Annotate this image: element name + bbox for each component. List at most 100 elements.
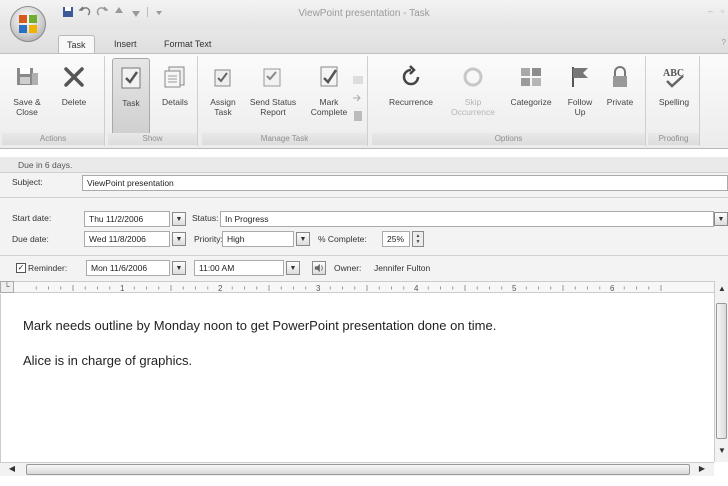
categorize-button[interactable]: Categorize: [506, 58, 556, 107]
window-title: ViewPoint presentation - Task: [298, 8, 430, 19]
group-label-options: Options: [372, 133, 645, 145]
reminder-time-dropdown[interactable]: ▼: [286, 261, 300, 275]
maximize-icon[interactable]: ▫: [721, 6, 724, 16]
scroll-right-icon[interactable]: ▶: [696, 463, 708, 475]
help-icon[interactable]: ?: [722, 38, 726, 47]
start-date-field[interactable]: Thu 11/2/2006: [84, 211, 170, 227]
tab-insert[interactable]: Insert: [106, 35, 145, 54]
scroll-down-icon[interactable]: ▼: [716, 445, 728, 457]
tab-task[interactable]: Task: [58, 35, 95, 54]
task-form: Subject: ViewPoint presentation Start da…: [0, 173, 728, 283]
window-controls: – ▫: [708, 6, 724, 16]
note-line-2: Alice is in charge of graphics.: [23, 353, 193, 368]
ruler-label: 4: [414, 284, 419, 293]
mark-complete-button[interactable]: Mark Complete: [306, 58, 352, 117]
mark-complete-icon: [314, 62, 344, 92]
group-proofing: ABC Spelling Proofing: [648, 56, 700, 146]
task-check-icon: [116, 63, 146, 93]
details-button[interactable]: Details: [156, 58, 194, 107]
recurrence-icon: [396, 62, 426, 92]
subject-field[interactable]: ViewPoint presentation: [82, 175, 728, 191]
save-close-button[interactable]: Save & Close: [8, 58, 46, 117]
task-view-label: Task: [122, 98, 140, 108]
chevron-down-icon: ▼: [717, 215, 725, 223]
percent-spinner[interactable]: ▲ ▼: [412, 231, 424, 247]
priority-dropdown[interactable]: ▼: [296, 232, 310, 246]
spelling-label: Spelling: [658, 97, 690, 107]
forward-icon[interactable]: [352, 92, 364, 104]
recurrence-label: Recurrence: [389, 97, 433, 107]
follow-up-button[interactable]: Follow Up: [562, 58, 598, 117]
group-manage-task: Assign Task Send Status Report Mark Comp…: [202, 56, 368, 146]
recurrence-button[interactable]: Recurrence: [386, 58, 436, 107]
vertical-scroll-thumb[interactable]: [716, 303, 727, 439]
save-close-label: Save & Close: [13, 97, 41, 117]
send-status-report-button[interactable]: Send Status Report: [244, 58, 302, 117]
spelling-icon: ABC: [659, 62, 689, 92]
horizontal-scroll-thumb[interactable]: [26, 464, 690, 475]
skip-occurrence-button[interactable]: Skip Occurrence: [446, 58, 500, 117]
ruler-label: 2: [218, 284, 223, 293]
send-status-report-label: Send Status Report: [249, 97, 297, 117]
reminder-date-field[interactable]: Mon 11/6/2006: [86, 260, 170, 276]
task-notes-body[interactable]: Mark needs outline by Monday noon to get…: [0, 294, 714, 462]
details-label: Details: [162, 97, 188, 107]
assign-task-icon: [208, 62, 238, 92]
delete-icon: [59, 62, 89, 92]
owner-value: Jennifer Fulton: [374, 263, 431, 273]
owner-label: Owner:: [334, 263, 362, 273]
lock-icon: [605, 62, 635, 92]
delete-button[interactable]: Delete: [54, 58, 94, 107]
ruler-ticks: 1 2 3 4 5 6: [35, 284, 662, 293]
cancel-assignment-icon[interactable]: [352, 74, 364, 86]
spin-down-icon[interactable]: ▼: [416, 239, 421, 245]
skip-occurrence-label: Skip Occurrence: [451, 97, 495, 117]
office-button[interactable]: [10, 6, 46, 42]
note-line-1: Mark needs outline by Monday noon to get…: [23, 318, 497, 333]
title-bar: ViewPoint presentation - Task – ▫: [0, 0, 728, 30]
due-date-dropdown[interactable]: ▼: [172, 232, 186, 246]
status-dropdown[interactable]: ▼: [714, 212, 728, 226]
scroll-left-icon[interactable]: ◀: [6, 463, 18, 475]
status-field[interactable]: In Progress: [220, 211, 714, 227]
categorize-label: Categorize: [510, 97, 552, 107]
reminder-time-field[interactable]: 11:00 AM: [194, 260, 284, 276]
reminder-checkbox[interactable]: ✓: [16, 263, 26, 273]
start-date-dropdown[interactable]: ▼: [172, 212, 186, 226]
assign-task-label: Assign Task: [210, 97, 236, 117]
form-divider: [0, 197, 728, 198]
onenote-icon[interactable]: [352, 110, 364, 122]
group-options: Recurrence Skip Occurrence Categorize Fo…: [372, 56, 646, 146]
tab-stop-selector[interactable]: └: [0, 281, 14, 293]
form-divider: [0, 255, 728, 256]
tab-format-text[interactable]: Format Text: [156, 35, 219, 54]
assign-task-button[interactable]: Assign Task: [206, 58, 240, 117]
vertical-scrollbar[interactable]: ▲ ▼: [714, 281, 728, 462]
group-show: Task Details Show: [108, 56, 198, 146]
priority-field[interactable]: High: [222, 231, 294, 247]
private-button[interactable]: Private: [602, 58, 638, 107]
ruler-label: 3: [316, 284, 321, 293]
due-info-bar: Due in 6 days.: [0, 157, 728, 173]
categorize-icon: [516, 62, 546, 92]
reminder-date-dropdown[interactable]: ▼: [172, 261, 186, 275]
reminder-sound-button[interactable]: [312, 261, 326, 275]
status-label: Status:: [192, 213, 219, 223]
chevron-down-icon: ▼: [175, 264, 183, 272]
task-view-button[interactable]: Task: [112, 58, 150, 136]
details-icon: [160, 62, 190, 92]
minimize-icon[interactable]: –: [708, 6, 713, 16]
horizontal-scrollbar[interactable]: ◀ ▶: [0, 462, 714, 476]
spelling-button[interactable]: ABC Spelling: [652, 58, 696, 107]
ribbon-tabs: Task Insert Format Text ?: [0, 30, 728, 54]
due-date-field[interactable]: Wed 11/8/2006: [84, 231, 170, 247]
scroll-up-icon[interactable]: ▲: [716, 283, 728, 295]
send-status-report-icon: [258, 62, 288, 92]
ruler-label: 6: [610, 284, 615, 293]
reminder-label: Reminder:: [28, 263, 68, 273]
group-label-manage-task: Manage Task: [202, 133, 367, 145]
percent-complete-field[interactable]: 25%: [382, 231, 410, 247]
subject-label: Subject:: [12, 177, 43, 187]
office-logo-icon: [19, 15, 37, 33]
chevron-down-icon: ▼: [289, 264, 297, 272]
